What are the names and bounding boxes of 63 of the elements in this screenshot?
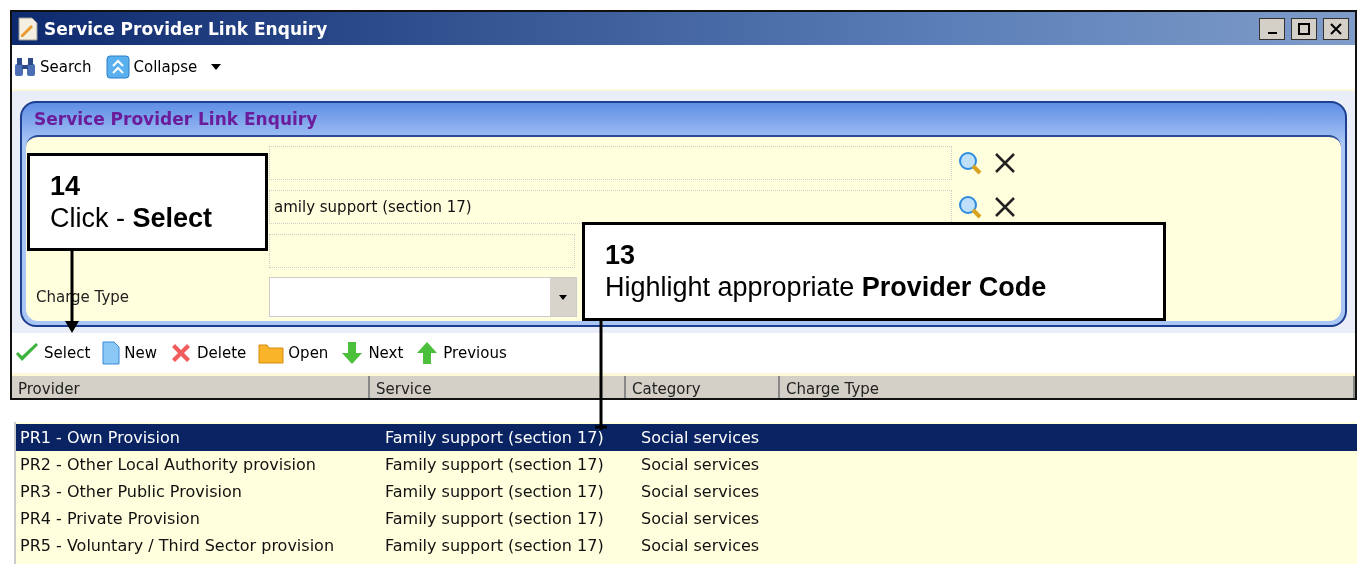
table-row[interactable]: PR5 - Voluntary / Third Sector provision Family support (section 17) Social services [16,532,1357,559]
column-header[interactable]: Provider [12,376,370,398]
input-field[interactable] [269,146,952,180]
table-cell-text: Social services [640,509,761,528]
panel-title: Service Provider Link Enquiry [34,109,318,129]
magnifier-icon [958,195,982,219]
collapse-button[interactable]: Collapse [105,55,198,79]
up-arrow-icon [415,341,440,365]
step-number: 14 [50,170,82,203]
column-header[interactable]: Charge Type [780,376,1355,398]
document-icon [102,341,121,365]
instruction-text: Highlight appropriate Provider Code [605,271,1048,304]
close-button[interactable] [1323,17,1349,40]
table-cell-text: PR5 - Voluntary / Third Sector provision [19,536,335,555]
toolbar-button[interactable]: Next [340,341,404,365]
toolbar-button[interactable]: Open [258,342,329,364]
close-icon [994,196,1016,218]
toolbar-button[interactable]: New [102,341,157,365]
table-cell-text: PR4 - Private Provision [19,509,201,528]
column-header[interactable]: Service [370,376,626,398]
table-cell-text: PR2 - Other Local Authority provision [19,455,317,474]
magnifier-icon [958,151,982,175]
toolbar-button[interactable]: Delete [169,341,247,365]
dropdown-field[interactable] [269,277,577,317]
search-button[interactable]: Search [14,57,92,77]
table-cell-text: PR3 - Other Public Provision [19,482,243,501]
field-value: amily support (section 17) [274,198,472,216]
table-row[interactable]: PR3 - Other Public Provision Family support (section 17) Social services [16,478,1357,505]
table-cell-text: Family support (section 17) [384,455,605,474]
table-cell-text: Social services [640,428,761,447]
collapse-icon [105,55,130,79]
caret-icon[interactable] [211,64,222,70]
maximize-button[interactable] [1291,17,1317,40]
binoculars-icon [14,57,36,77]
table-cell-text: Social services [640,536,761,555]
maximize-icon [1298,22,1310,35]
folder-icon [258,342,285,364]
dropdown-button[interactable] [550,278,576,316]
toolbar-button[interactable]: Previous [415,341,507,365]
close-icon [1330,22,1342,35]
step-number: 13 [605,239,637,272]
table-cell-text: Family support (section 17) [384,482,605,501]
table-row[interactable]: PR2 - Other Local Authority provision Family support (section 17) Social services [16,451,1357,478]
caret-icon [559,294,567,300]
column-header[interactable]: Category [626,376,780,398]
table-cell-text: Family support (section 17) [384,509,605,528]
checkmark-icon [14,342,40,364]
minimize-button[interactable] [1259,17,1285,40]
table-row[interactable]: PR4 - Private Provision Family support (section 17) Social services [16,505,1357,532]
table-row[interactable]: PR1 - Own Provision Family support (section 17) Social services [16,424,1357,451]
document-pencil-icon [18,16,38,41]
table-cell-text: Family support (section 17) [384,536,605,555]
table-cell-text: Social services [640,455,761,474]
table-cell-text: PR1 - Own Provision [19,428,181,447]
table-cell-text: Social services [640,482,761,501]
minimize-icon [1267,32,1277,34]
input-field[interactable] [269,234,575,268]
close-icon [994,152,1016,174]
down-arrow-icon [340,341,365,365]
table-cell-text: Family support (section 17) [384,428,605,447]
instruction-text: Click - Select [50,202,214,235]
toolbar-button[interactable]: Select [14,342,91,364]
window-title: Service Provider Link Enquiry [44,18,329,39]
